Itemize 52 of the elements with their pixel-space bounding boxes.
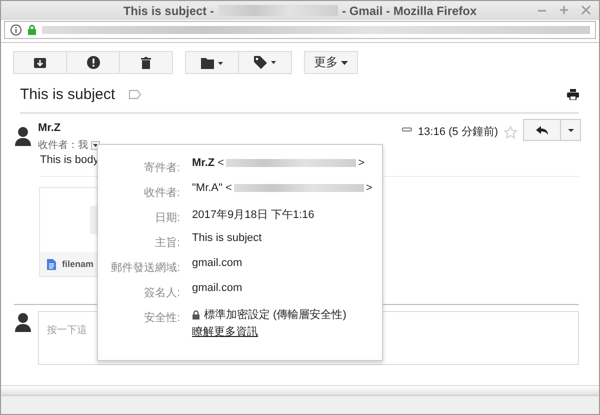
detail-label: 簽名人: (142, 286, 181, 301)
learn-more-link[interactable]: 瞭解更多資訊 (192, 324, 258, 339)
label-button[interactable] (238, 51, 292, 74)
lock-icon (27, 24, 37, 36)
detail-label: 郵件發送網域: (110, 261, 181, 276)
detail-value: > (358, 157, 365, 169)
caret-icon (93, 144, 98, 146)
detail-value: gmail.com (192, 257, 242, 269)
detail-value: gmail.com (192, 282, 242, 294)
detail-label: 安全性: (142, 310, 181, 326)
document-icon (47, 258, 56, 270)
spam-button[interactable] (66, 51, 120, 74)
star-icon[interactable] (504, 126, 517, 139)
trash-icon (141, 56, 151, 68)
sender-name: Mr.Z (38, 122, 62, 134)
lock-icon (192, 310, 200, 320)
attachment-filename: filenam (62, 259, 94, 269)
detail-label: 收件者: (142, 186, 181, 201)
reply-icon (536, 126, 548, 134)
print-icon[interactable] (567, 88, 579, 100)
detail-label: 寄件者: (142, 160, 181, 176)
avatar-icon (14, 126, 32, 146)
detail-value: > (366, 182, 372, 194)
recipient-text: 收件者：我 (38, 138, 88, 152)
subject-title: This is subject (20, 86, 116, 102)
avatar-icon (14, 312, 32, 332)
window-title: This is subject - (123, 4, 214, 18)
detail-label: 主旨: (154, 236, 181, 251)
reply-button[interactable] (523, 119, 561, 141)
detail-value: Mr.Z < (192, 157, 224, 169)
detail-value: 2017年9月18日 下午1:16 (192, 208, 314, 222)
move-button[interactable] (185, 51, 239, 74)
detail-value: This is subject (192, 232, 262, 244)
info-icon[interactable] (10, 24, 22, 36)
detail-value: 標準加密設定 (傳輸層安全性) (204, 308, 346, 322)
message-body: This is body (40, 154, 99, 166)
detail-label: 日期: (154, 211, 181, 226)
archive-icon (34, 56, 46, 68)
message-time: 13:16 (5 分鐘前) (418, 125, 498, 139)
delete-button[interactable] (119, 51, 173, 74)
archive-button[interactable] (13, 51, 67, 74)
tag-icon (254, 56, 276, 69)
reply-placeholder: 按一下這 (47, 325, 87, 336)
caret-icon (568, 128, 574, 132)
more-actions-button[interactable] (561, 119, 581, 141)
detail-value: "Mr.A" < (192, 182, 232, 194)
attachment-thumbnail (90, 206, 97, 234)
window-title: - Gmail - Mozilla Firefox (342, 4, 477, 18)
more-button[interactable]: 更多 (304, 51, 358, 74)
caret-icon (341, 60, 348, 64)
exclamation-icon (86, 56, 100, 69)
folder-icon (201, 56, 223, 68)
